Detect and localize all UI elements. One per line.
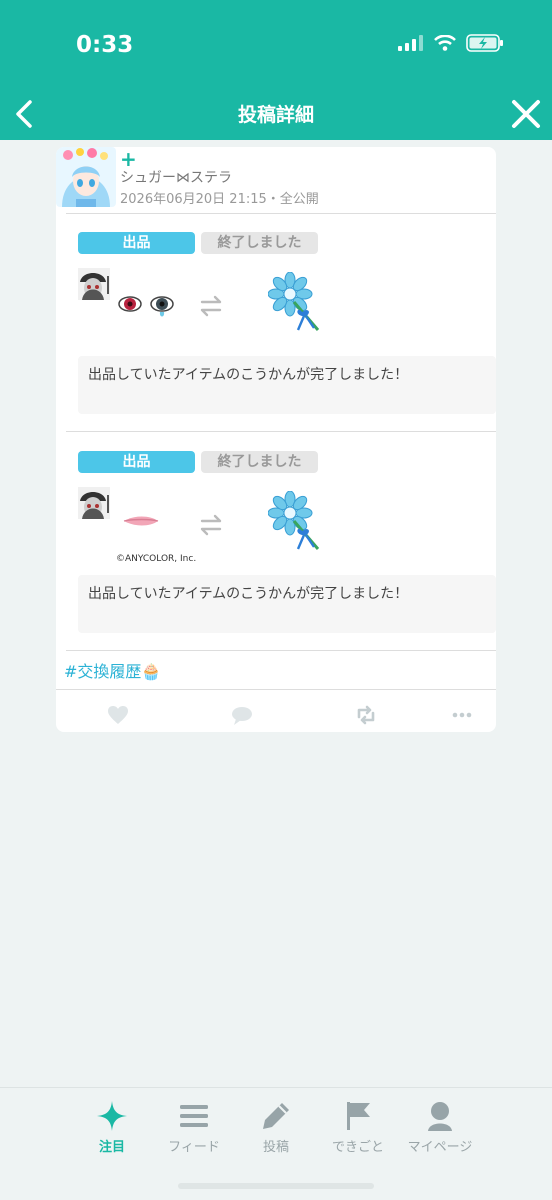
more-button[interactable] [450, 703, 474, 727]
status-time: 0:33 [76, 32, 134, 58]
repost-icon [357, 705, 375, 725]
post-actions [56, 703, 496, 727]
message-box: 出品していたアイテムのこうかんが完了しました！ [78, 575, 496, 633]
like-button[interactable] [106, 703, 130, 727]
avatar[interactable] [56, 147, 116, 207]
close-icon [512, 100, 540, 128]
tab-feed[interactable]: フィード [154, 1100, 234, 1155]
page-title: 投稿詳細 [237, 104, 314, 126]
sparkle-icon [97, 1101, 127, 1131]
flower-icon[interactable] [267, 490, 338, 561]
tab-mypage[interactable]: マイページ [400, 1100, 480, 1155]
tab-featured[interactable]: 注目 [72, 1100, 152, 1155]
seller-avatar[interactable] [78, 268, 110, 300]
hashtag-link[interactable]: #交換履歴🧁 [64, 658, 161, 682]
pencil-icon [263, 1103, 289, 1129]
close-button[interactable] [510, 98, 542, 130]
username[interactable]: シュガー⋈ステラ [120, 167, 232, 187]
tab-events[interactable]: できごと [318, 1100, 398, 1155]
tab-label: 注目 [98, 1140, 125, 1155]
swap-icon [198, 513, 226, 537]
copyright-text: ©ANYCOLOR, Inc. [116, 554, 197, 564]
divider [66, 213, 496, 214]
nav-bar: 投稿詳細 [0, 88, 552, 140]
flag-icon [347, 1102, 370, 1130]
listing-badge: 出品 [78, 232, 195, 254]
menu-icon [180, 1105, 208, 1127]
post-meta: 2026年06月20日 21:15・全公開 [120, 192, 319, 207]
person-icon [428, 1102, 452, 1131]
tab-label: 投稿 [262, 1140, 289, 1155]
listing-badge: 出品 [78, 451, 195, 473]
divider [56, 689, 496, 690]
item-image[interactable] [112, 501, 182, 551]
wifi-icon [434, 35, 456, 51]
divider [66, 650, 496, 651]
message-box: 出品していたアイテムのこうかんが完了しました！ [78, 356, 496, 414]
item-image[interactable] [112, 282, 182, 332]
comment-icon [232, 707, 252, 725]
signal-icon [398, 35, 423, 51]
tab-post[interactable]: 投稿 [236, 1100, 316, 1155]
item-block: 出品 終了しました ©ANYCOLOR, Inc. 出品していたアイテムのこうか… [78, 451, 496, 661]
comment-button[interactable] [230, 703, 254, 727]
home-indicator [178, 1183, 374, 1189]
status-badge: 終了しました [201, 232, 318, 254]
heart-icon [108, 706, 128, 724]
post-card: + シュガー⋈ステラ 2026年06月20日 21:15・全公開 出品 終了しま… [56, 147, 496, 732]
more-icon [452, 712, 472, 718]
tab-label: フィード [168, 1140, 220, 1155]
repost-button[interactable] [354, 703, 378, 727]
tab-label: マイページ [407, 1140, 473, 1155]
flower-icon[interactable] [267, 271, 338, 342]
tab-label: できごと [331, 1140, 384, 1155]
status-badge: 終了しました [201, 451, 318, 473]
divider [66, 431, 496, 432]
status-bar: 0:33 [0, 0, 552, 88]
battery-icon [466, 34, 503, 52]
swap-icon [198, 294, 226, 318]
seller-avatar[interactable] [78, 487, 110, 519]
item-block: 出品 終了しました 出品していたアイテムのこうかんが完了しました！ [78, 232, 496, 442]
status-icons [398, 34, 504, 52]
